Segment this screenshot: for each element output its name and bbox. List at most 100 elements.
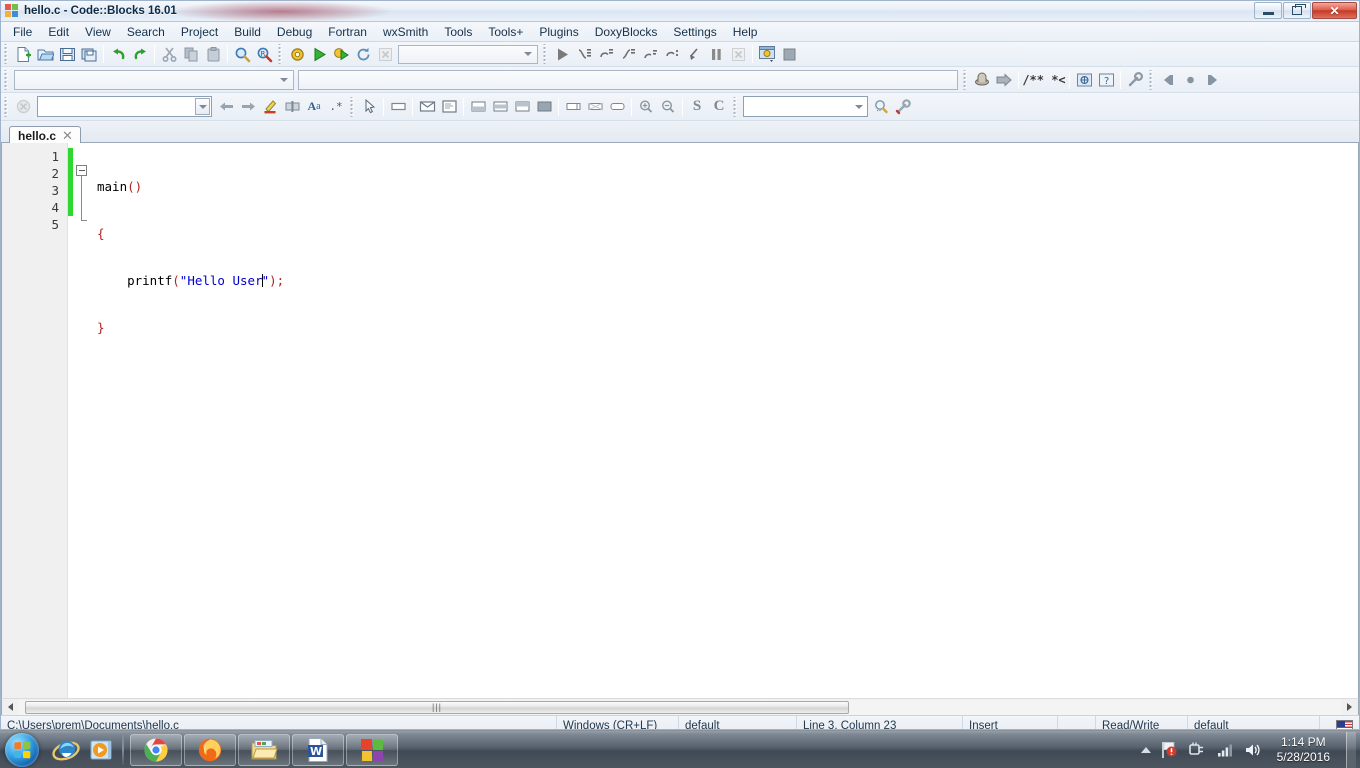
match-case-icon[interactable]: Aa <box>303 96 325 117</box>
network-signal-icon[interactable] <box>1215 740 1235 760</box>
abort-icon[interactable] <box>374 44 396 65</box>
break-debugger-icon[interactable] <box>705 44 727 65</box>
run-icon[interactable] <box>308 44 330 65</box>
show-desktop-button[interactable] <box>1346 731 1356 768</box>
menu-debug[interactable]: Debug <box>269 23 320 41</box>
scope-select[interactable] <box>14 69 294 90</box>
save-icon[interactable] <box>56 44 78 65</box>
zoom-out-icon[interactable] <box>657 96 679 117</box>
symbol-search-icon[interactable] <box>870 96 892 117</box>
layout-bottom-icon[interactable] <box>511 96 533 117</box>
highlight-icon[interactable] <box>259 96 281 117</box>
layout-middle-icon[interactable] <box>489 96 511 117</box>
layout-fill-icon[interactable] <box>533 96 555 117</box>
run-to-cursor-icon[interactable] <box>683 44 705 65</box>
stop-debugger-icon[interactable] <box>727 44 749 65</box>
menu-doxyblocks[interactable]: DoxyBlocks <box>587 23 666 41</box>
menu-help[interactable]: Help <box>725 23 766 41</box>
rebuild-icon[interactable] <box>352 44 374 65</box>
build-icon[interactable] <box>286 44 308 65</box>
previous-icon[interactable] <box>215 96 237 117</box>
toolbar-grip[interactable] <box>3 69 10 90</box>
pointer-icon[interactable] <box>358 96 380 117</box>
step-out-icon[interactable] <box>617 44 639 65</box>
action-center-flag-icon[interactable] <box>1159 740 1179 760</box>
sizer-box-icon[interactable] <box>606 96 628 117</box>
taskbar-file-explorer[interactable] <box>238 733 290 766</box>
toolbar-grip[interactable] <box>732 96 739 117</box>
menu-tools[interactable]: Tools <box>436 23 480 41</box>
menu-edit[interactable]: Edit <box>40 23 77 41</box>
wxsmith-search-input[interactable] <box>37 96 212 117</box>
menu-tools-plus[interactable]: Tools+ <box>480 23 531 41</box>
various-info-icon[interactable] <box>778 44 800 65</box>
taskbar-firefox[interactable] <box>184 733 236 766</box>
browse-home-icon[interactable] <box>1179 69 1201 90</box>
toolbar-grip[interactable] <box>349 96 356 117</box>
editor-horizontal-scrollbar[interactable]: ||| <box>1 698 1359 715</box>
doxywizard-icon[interactable] <box>971 69 993 90</box>
save-all-icon[interactable] <box>78 44 100 65</box>
toolbar-grip[interactable] <box>277 44 284 64</box>
menu-file[interactable]: File <box>5 23 40 41</box>
next-instruction-icon[interactable] <box>639 44 661 65</box>
scroll-left-arrow[interactable] <box>2 700 19 715</box>
menu-fortran[interactable]: Fortran <box>320 23 375 41</box>
toolbar-grip[interactable] <box>3 44 10 64</box>
toolbar-grip[interactable] <box>3 96 10 117</box>
copy-icon[interactable] <box>180 44 202 65</box>
scrollbar-track[interactable]: ||| <box>19 699 1341 715</box>
block-comment-icon[interactable]: /** *< <box>1022 69 1066 90</box>
toolbar-grip[interactable] <box>542 44 549 64</box>
symbol-select[interactable] <box>743 96 868 117</box>
sizer-grid-icon[interactable] <box>584 96 606 117</box>
code-text-area[interactable]: main() { printf("Hello User"); } <box>89 143 1358 698</box>
menu-build[interactable]: Build <box>226 23 269 41</box>
taskbar-word[interactable]: W <box>292 733 344 766</box>
c-icon[interactable]: C <box>708 96 730 117</box>
taskbar-clock[interactable]: 1:14 PM 5/28/2016 <box>1271 735 1336 765</box>
layout-top-icon[interactable] <box>467 96 489 117</box>
step-into-instruction-icon[interactable] <box>661 44 683 65</box>
zoom-in-icon[interactable] <box>635 96 657 117</box>
restore-button[interactable] <box>1283 2 1311 19</box>
function-select[interactable] <box>298 69 958 90</box>
safely-remove-hardware-icon[interactable] <box>1187 740 1207 760</box>
extract-docs-icon[interactable] <box>993 69 1015 90</box>
scroll-right-arrow[interactable] <box>1341 700 1358 715</box>
code-folding-margin[interactable] <box>73 143 89 698</box>
open-file-icon[interactable] <box>34 44 56 65</box>
build-target-select[interactable] <box>398 44 538 64</box>
doxyblocks-config-icon[interactable] <box>1124 69 1146 90</box>
next-icon[interactable] <box>237 96 259 117</box>
volume-speaker-icon[interactable] <box>1243 740 1263 760</box>
menu-settings[interactable]: Settings <box>665 23 724 41</box>
windows-media-player-icon[interactable] <box>87 735 117 765</box>
internet-explorer-icon[interactable] <box>51 735 81 765</box>
minimize-button[interactable] <box>1254 2 1282 19</box>
menu-wxsmith[interactable]: wxSmith <box>375 23 436 41</box>
run-html-icon[interactable] <box>1073 69 1095 90</box>
new-file-icon[interactable] <box>12 44 34 65</box>
whole-word-icon[interactable] <box>281 96 303 117</box>
paste-icon[interactable] <box>202 44 224 65</box>
browse-forward-icon[interactable] <box>1201 69 1223 90</box>
run-chm-icon[interactable]: ? <box>1095 69 1117 90</box>
scrollbar-thumb[interactable]: ||| <box>25 700 849 714</box>
debug-continue-icon[interactable] <box>551 44 573 65</box>
menu-search[interactable]: Search <box>119 23 173 41</box>
cut-icon[interactable] <box>158 44 180 65</box>
s-icon[interactable]: S <box>686 96 708 117</box>
menu-plugins[interactable]: Plugins <box>531 23 586 41</box>
debugging-windows-icon[interactable] <box>756 44 778 65</box>
sizer-h-icon[interactable] <box>562 96 584 117</box>
taskbar-chrome[interactable] <box>130 733 182 766</box>
wxsmith-search-field[interactable] <box>38 98 195 115</box>
taskbar-codeblocks[interactable] <box>346 733 398 766</box>
undo-icon[interactable] <box>107 44 129 65</box>
start-button[interactable] <box>5 732 39 767</box>
clear-icon[interactable] <box>12 96 34 117</box>
symbol-settings-icon[interactable] <box>892 96 914 117</box>
fold-toggle-icon[interactable] <box>76 165 87 176</box>
code-editor[interactable]: 1 2 3 4 5 main() { printf("Hello User");… <box>1 143 1359 698</box>
